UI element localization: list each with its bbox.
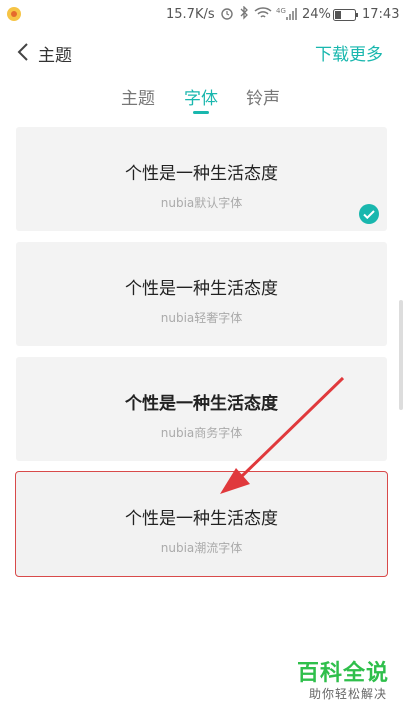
scroll-indicator (399, 300, 403, 410)
selected-check-icon (359, 204, 379, 224)
watermark-title: 百科全说 (296, 661, 389, 686)
font-card-business[interactable]: 个性是一种生活态度 nubia商务字体 (16, 357, 387, 461)
header-bar: 主题 下载更多 (0, 30, 403, 74)
font-sample-text: 个性是一种生活态度 (125, 164, 278, 184)
page-title: 主题 (38, 46, 72, 66)
tab-bar: 主题 字体 铃声 (0, 84, 403, 114)
network-speed: 15.7K/s (166, 7, 215, 22)
font-card-light-luxury[interactable]: 个性是一种生活态度 nubia轻奢字体 (16, 242, 387, 346)
tab-themes[interactable]: 主题 (121, 84, 155, 109)
signal-4g-icon: 4G (276, 7, 297, 20)
app-badge-icon (7, 7, 21, 21)
tab-fonts[interactable]: 字体 (184, 84, 218, 109)
active-tab-indicator (193, 111, 209, 114)
svg-text:4G: 4G (276, 7, 286, 15)
bluetooth-icon (240, 6, 248, 20)
clock: 17:43 (362, 7, 400, 22)
wifi-icon (254, 7, 272, 18)
font-card-default[interactable]: 个性是一种生活态度 nubia默认字体 (16, 127, 387, 231)
font-name: nubia潮流字体 (160, 541, 243, 555)
watermark: 百科全说 助你轻松解决 (269, 655, 389, 705)
download-more-link[interactable]: 下载更多 (315, 40, 383, 65)
font-name: nubia默认字体 (160, 196, 243, 210)
watermark-subtitle: 助你轻松解决 (308, 687, 387, 701)
font-name: nubia商务字体 (160, 426, 243, 440)
font-sample-text: 个性是一种生活态度 (125, 394, 278, 414)
battery-icon (333, 9, 358, 21)
status-bar: 15.7K/s 4G 24% 17:43 (0, 0, 403, 30)
alarm-icon (221, 8, 233, 20)
font-card-trendy[interactable]: 个性是一种生活态度 nubia潮流字体 (15, 471, 388, 577)
battery-percent: 24% (302, 7, 331, 22)
tab-ringtones[interactable]: 铃声 (246, 84, 280, 109)
back-arrow-icon[interactable] (14, 40, 34, 64)
font-sample-text: 个性是一种生活态度 (125, 509, 278, 529)
font-name: nubia轻奢字体 (160, 311, 243, 325)
font-sample-text: 个性是一种生活态度 (125, 279, 278, 299)
